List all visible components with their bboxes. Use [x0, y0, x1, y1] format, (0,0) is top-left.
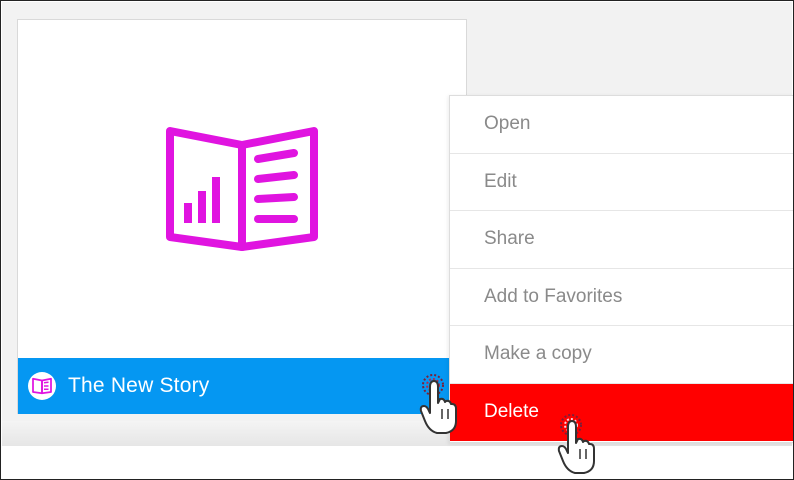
hand-cursor-icon — [557, 414, 595, 474]
screenshot-frame: The New Story Open Edit Share Add to Fav… — [0, 0, 794, 480]
story-title[interactable]: The New Story — [68, 374, 209, 398]
story-book-icon — [32, 377, 52, 395]
story-card[interactable]: The New Story — [17, 19, 467, 414]
story-book-icon — [166, 127, 318, 251]
hand-cursor-icon — [419, 374, 457, 434]
menu-item-open[interactable]: Open — [450, 96, 793, 154]
context-menu: Open Edit Share Add to Favorites Make a … — [449, 95, 793, 443]
menu-item-edit[interactable]: Edit — [450, 154, 793, 211]
story-type-badge — [28, 372, 56, 400]
menu-item-share[interactable]: Share — [450, 211, 793, 269]
menu-item-delete[interactable]: Delete — [450, 383, 793, 441]
menu-item-make-a-copy[interactable]: Make a copy — [450, 326, 793, 384]
story-card-footer[interactable]: The New Story — [18, 358, 450, 414]
menu-item-add-to-favorites[interactable]: Add to Favorites — [450, 269, 793, 326]
story-thumbnail[interactable] — [18, 20, 466, 358]
